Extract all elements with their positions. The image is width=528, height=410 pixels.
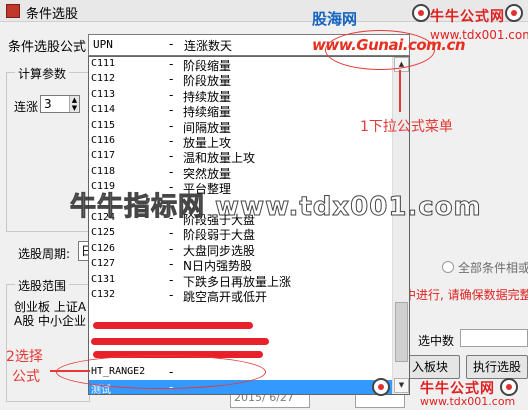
list-item[interactable]: C114- 持续缩量 — [89, 103, 392, 119]
list-item[interactable]: C113- 持续放量 — [89, 88, 392, 104]
cow-logo-icon — [372, 378, 390, 396]
selected-count-field — [460, 329, 528, 347]
period-label: 选股周期: — [18, 247, 71, 261]
list-item-code: C112 — [91, 73, 116, 85]
list-item-code: C113 — [91, 88, 116, 100]
selected-count-label: 选中数 — [418, 334, 455, 348]
list-item[interactable] — [89, 303, 392, 319]
spinner-arrows-icon[interactable]: ▲ ▼ — [69, 96, 79, 112]
list-item-code: C116 — [91, 135, 116, 146]
annotation-select-line2: 公式 — [12, 369, 40, 385]
list-item[interactable]: C126- 大盘同步选股 — [89, 242, 392, 258]
bottom-url-watermark: www.tdx001.com — [420, 395, 516, 408]
list-item[interactable]: C127- N日内强势股 — [89, 257, 392, 273]
scroll-down-icon[interactable]: ▼ — [394, 378, 409, 393]
formula-dropdown-list[interactable]: C111- 阶段缩量 C112- 阶段放量 C113- 持续放量 C114- 持续缩量 C115… — [88, 56, 410, 395]
list-item-code: C114 — [91, 104, 116, 116]
list-item-sep: - — [169, 87, 174, 102]
list-item-code: C115 — [91, 119, 116, 131]
list-item[interactable]: C118- 突然放量 — [89, 165, 392, 181]
annotation-ellipse — [325, 30, 435, 70]
range-title: 选股范围 — [15, 277, 70, 294]
list-item[interactable]: C117- 温和放量上攻 — [89, 149, 392, 165]
cow-logo-icon — [412, 4, 430, 22]
list-item-sep: - — [169, 288, 174, 302]
range-line-2: A股 中小企业 — [14, 314, 87, 328]
watermark-header: 股海网 www.Gunai.com.cn 牛牛公式网 www.tdx001.co… — [0, 0, 528, 68]
list-item[interactable]: C112- 阶段放量 — [89, 72, 392, 88]
overlay-watermark: 牛牛指标网 www.tdx001.com — [70, 192, 482, 223]
list-item[interactable]: C115- 间隔放量 — [89, 119, 392, 135]
list-item-code: C118 — [91, 165, 116, 177]
list-item-sep: - — [169, 134, 174, 148]
lianzhang-label: 连涨 — [14, 100, 39, 114]
list-item-sep: - — [169, 103, 174, 118]
list-item-code: C127 — [91, 258, 116, 270]
lianzhang-spinner[interactable]: 3 ▲ ▼ — [40, 95, 80, 113]
list-item-code: C126 — [91, 242, 116, 254]
list-item-code: C117 — [91, 150, 116, 162]
brand-watermark: 股海网 — [312, 10, 358, 28]
annotation-ellipse — [56, 355, 266, 389]
annotation-select-line1: 2选择 — [6, 349, 43, 365]
annotation-dropdown: 1下拉公式菜单 — [360, 119, 453, 135]
list-item-sep: - — [169, 164, 174, 179]
list-item-sep: - — [169, 72, 174, 87]
cow-url-watermark: www.tdx001.com — [430, 28, 528, 42]
list-item-sep: - — [169, 241, 174, 256]
execute-button[interactable]: 执行选股 — [466, 355, 528, 379]
scrollbar-thumb[interactable] — [395, 302, 408, 362]
cow-logo-icon — [505, 4, 523, 22]
list-item[interactable]: C132- 跳空高开或低开 — [89, 288, 392, 304]
redaction-mark — [91, 338, 269, 345]
list-item-code: C131 — [91, 273, 116, 285]
cow-logo-icon — [500, 378, 518, 396]
lianzhang-value: 3 — [44, 97, 52, 111]
redaction-mark — [93, 322, 253, 329]
status-text: 中进行, 请确保数据完整 — [404, 288, 528, 302]
cow-title-watermark: 牛牛公式网 — [430, 9, 505, 25]
list-item[interactable]: C131- 下跌多日再放量上涨 — [89, 273, 392, 289]
list-item-sep: - — [169, 272, 174, 287]
list-item-sep: - — [169, 149, 174, 164]
annotation-arrow — [50, 370, 90, 372]
all-conditions-radio[interactable] — [442, 261, 454, 273]
list-item-sep: - — [169, 118, 174, 133]
all-conditions-label: 全部条件相或 — [458, 261, 528, 275]
list-item-sep: - — [169, 257, 174, 272]
list-item[interactable]: C116- 放量上攻 — [89, 134, 392, 150]
list-item-code: C132 — [91, 289, 116, 300]
list-item-sep: - — [169, 226, 174, 241]
list-item[interactable]: C125- 阶段弱于大盘 — [89, 226, 392, 242]
annotation-arrow — [399, 70, 401, 112]
list-item-code: C125 — [91, 227, 116, 239]
